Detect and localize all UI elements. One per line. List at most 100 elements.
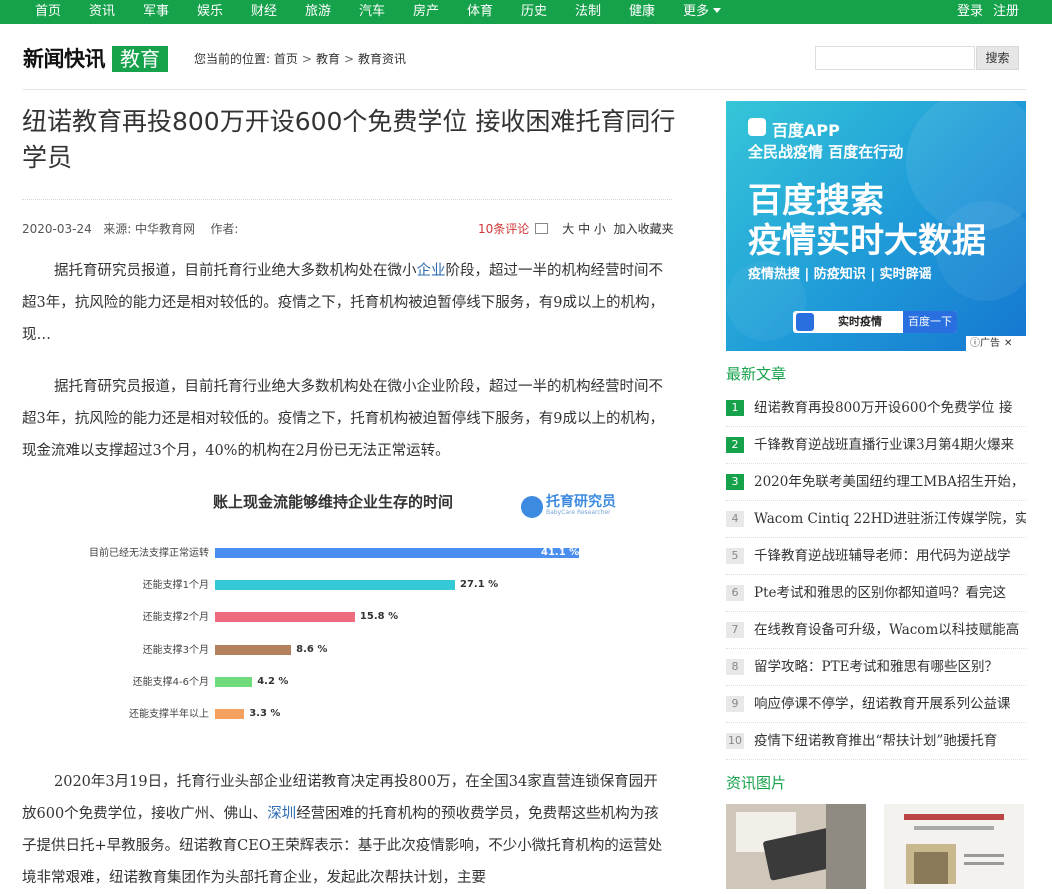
latest-articles-title: 最新文章 — [726, 365, 787, 383]
bar-value-label: 3.3 % — [249, 708, 281, 719]
bar-category-label: 还能支撑半年以上 — [129, 709, 209, 720]
register-link[interactable]: 注册 — [993, 0, 1019, 24]
nav-item-entertainment[interactable]: 娱乐 — [197, 0, 223, 24]
ad-brand: 百度APP — [772, 121, 840, 140]
keyword-link-shenzhen[interactable]: 深圳 — [267, 806, 296, 822]
search-input[interactable] — [815, 46, 975, 70]
bar-category-label: 还能支撑1个月 — [142, 580, 209, 592]
rank-badge: 6 — [726, 585, 744, 601]
breadcrumb-separator-icon: > — [343, 52, 355, 66]
latest-article-link[interactable]: 千锋教育逆战班直播行业课3月第4期火爆来 — [754, 435, 1026, 455]
article-paragraph: 据托育研究员报道，目前托育行业绝大多数机构处在微小企业阶段，超过一半的机构经营时… — [22, 379, 664, 459]
university-poster-image — [884, 804, 1024, 889]
nav-item-auto[interactable]: 汽车 — [359, 0, 385, 24]
chart-brand-sublabel: BabyCare Researcher — [546, 509, 611, 516]
latest-article-link[interactable]: 在线教育设备可升级，Wacom以科技赋能高 — [754, 620, 1026, 640]
latest-article-link[interactable]: 响应停课不停学，纽诺教育开展系列公益课 — [754, 694, 1026, 714]
bar — [215, 580, 455, 591]
article-source: 来源: 中华教育网 — [103, 222, 196, 236]
bar-value-label: 27.1 % — [460, 579, 499, 591]
bar-category-label: 还能支撑4-6个月 — [132, 676, 209, 688]
article-title: 纽诺教育再投800万开设600个免费学位 接收困难托育同行学员 — [22, 107, 676, 172]
bar-value-label: 4.2 % — [257, 675, 289, 687]
channel-logo-tag[interactable]: 教育 — [112, 46, 168, 72]
latest-article-item[interactable]: 2 千锋教育逆战班直播行业课3月第4期火爆来 — [726, 427, 1026, 464]
ad-search-button[interactable]: 百度一下 — [903, 311, 957, 333]
search-button[interactable]: 搜索 — [976, 46, 1019, 70]
rank-badge: 2 — [726, 437, 744, 453]
article-author: 作者: — [210, 222, 239, 236]
bar-value-label: 8.6 % — [296, 643, 328, 655]
latest-article-link[interactable]: 纽诺教育再投800万开设600个免费学位 接 — [754, 398, 1026, 418]
latest-article-link[interactable]: 疫情下纽诺教育推出“帮扶计划”驰援托育 — [754, 731, 1026, 751]
latest-article-link[interactable]: Wacom Cintiq 22HD进驻浙江传媒学院，实 — [754, 509, 1026, 529]
comments-link[interactable]: 10条评论 — [478, 222, 529, 236]
bar — [215, 644, 292, 655]
rank-badge: 3 — [726, 474, 744, 490]
bar-value-label: 15.8 % — [359, 611, 399, 623]
latest-article-link[interactable]: 千锋教育逆战班辅导老师：用代码为逆战学 — [754, 546, 1026, 566]
nav-item-travel[interactable]: 旅游 — [305, 0, 331, 24]
news-thumbnail[interactable] — [884, 804, 1024, 889]
breadcrumb: 您当前的位置: 首页 > 教育 > 教育资讯 — [194, 51, 406, 67]
nav-item-sports[interactable]: 体育 — [467, 0, 493, 24]
latest-article-item[interactable]: 10 疫情下纽诺教育推出“帮扶计划”驰援托育 — [726, 723, 1026, 760]
rank-badge: 4 — [726, 511, 744, 527]
latest-article-item[interactable]: 1 纽诺教育再投800万开设600个免费学位 接 — [726, 390, 1026, 427]
latest-article-item[interactable]: 3 2020年免联考美国纽约理工MBA招生开始， — [726, 464, 1026, 501]
latest-article-link[interactable]: 2020年免联考美国纽约理工MBA招生开始， — [754, 472, 1026, 492]
nav-item-military[interactable]: 军事 — [143, 0, 169, 24]
bar-category-label: 目前已经无法支撑正常运转 — [89, 548, 209, 559]
tablet-photo-image — [726, 804, 866, 889]
header-divider — [23, 89, 1026, 90]
latest-article-item[interactable]: 5 千锋教育逆战班辅导老师：用代码为逆战学 — [726, 538, 1026, 575]
site-logo-text[interactable]: 新闻快讯 — [23, 43, 106, 75]
news-thumbnail[interactable] — [726, 804, 866, 889]
latest-article-item[interactable]: 6 Pte考试和雅思的区别你都知道吗？看完这 — [726, 575, 1026, 612]
comment-icon[interactable] — [535, 223, 549, 234]
ad-label-bar: ⓘ广告 ✕ — [966, 336, 1026, 351]
breadcrumb-education-news[interactable]: 教育资讯 — [358, 52, 406, 66]
rank-badge: 8 — [726, 659, 744, 675]
baidu-paw-icon — [748, 118, 766, 136]
nav-item-law[interactable]: 法制 — [575, 0, 601, 24]
ad-tags: 疫情热搜 | 防疫知识 | 实时辟谣 — [748, 267, 932, 282]
baidu-paw-icon — [796, 313, 814, 331]
keyword-link-enterprise[interactable]: 企业 — [417, 263, 446, 279]
latest-article-link[interactable]: Pte考试和雅思的区别你都知道吗？看完这 — [754, 583, 1026, 603]
nav-item-health[interactable]: 健康 — [629, 0, 655, 24]
nav-more-menu[interactable]: 更多 — [683, 0, 722, 24]
article-date: 2020-03-24 — [22, 222, 92, 236]
login-link[interactable]: 登录 — [957, 0, 983, 24]
article-meta: 2020-03-24 来源: 中华教育网 作者: — [22, 221, 238, 237]
latest-article-link[interactable]: 留学攻略：PTE考试和雅思有哪些区别？ — [754, 657, 1026, 677]
latest-article-item[interactable]: 9 响应停课不停学，纽诺教育开展系列公益课 — [726, 686, 1026, 723]
ad-info-icon[interactable]: ⓘ — [970, 338, 980, 349]
latest-article-item[interactable]: 4 Wacom Cintiq 22HD进驻浙江传媒学院，实 — [726, 501, 1026, 538]
breadcrumb-separator-icon: > — [301, 52, 312, 66]
news-pictures-title: 资讯图片 — [726, 774, 787, 792]
bar — [215, 548, 579, 558]
add-favorite-link[interactable]: 加入收藏夹 — [614, 222, 674, 236]
bar — [215, 612, 355, 623]
bar-category-label: 还能支撑2个月 — [142, 612, 209, 624]
latest-article-item[interactable]: 8 留学攻略：PTE考试和雅思有哪些区别？ — [726, 649, 1026, 686]
nav-more-label: 更多 — [683, 4, 710, 19]
summary-text: 据托育研究员报道，目前托育行业绝大多数机构处在微小 — [54, 263, 417, 279]
font-size-switch[interactable]: 大 中 小 — [562, 222, 606, 236]
nav-item-news[interactable]: 资讯 — [89, 0, 115, 24]
rank-badge: 1 — [726, 400, 744, 416]
nav-item-history[interactable]: 历史 — [521, 0, 547, 24]
breadcrumb-home[interactable]: 首页 — [274, 52, 298, 66]
ad-slogan: 全民战疫情 百度在行动 — [748, 143, 904, 161]
chart-title: 账上现金流能够维持企业生存的时间 — [213, 493, 454, 511]
nav-item-home[interactable]: 首页 — [35, 0, 61, 24]
nav-item-finance[interactable]: 财经 — [251, 0, 277, 24]
rank-badge: 5 — [726, 548, 744, 564]
latest-article-item[interactable]: 7 在线教育设备可升级，Wacom以科技赋能高 — [726, 612, 1026, 649]
breadcrumb-education[interactable]: 教育 — [316, 52, 340, 66]
nav-item-realestate[interactable]: 房产 — [413, 0, 439, 24]
ad-close-icon[interactable]: ✕ — [1004, 338, 1012, 349]
rank-badge: 9 — [726, 696, 744, 712]
bar-category-label: 还能支撑3个月 — [142, 644, 209, 656]
